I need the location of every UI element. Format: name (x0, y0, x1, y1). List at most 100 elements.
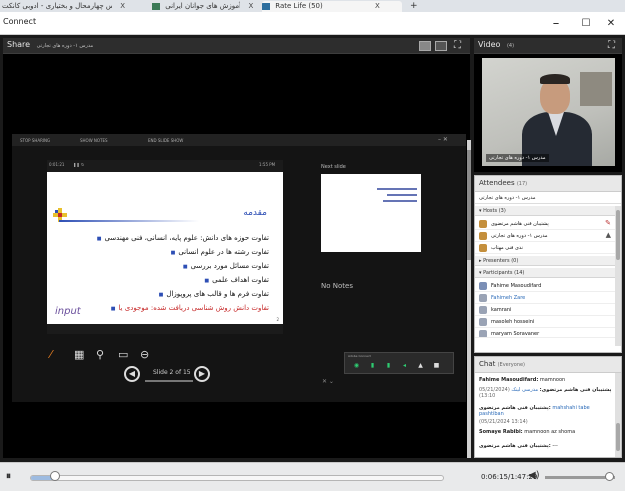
tab-close-icon[interactable]: X (375, 2, 380, 10)
attendee-row[interactable]: پشتیبان فنی هاشم مرتضوی ✎ (475, 218, 615, 230)
scrollbar-thumb[interactable] (616, 423, 620, 451)
attendees-scrollbar[interactable] (615, 206, 621, 346)
chat-sender: Somaye Rabibi: (479, 429, 523, 435)
participant-icon (479, 294, 487, 302)
more-options-icon[interactable]: ⊖ (140, 348, 149, 361)
participants-group[interactable]: Participants (14) (475, 268, 615, 278)
participant-icon (479, 330, 487, 337)
chat-text: mamnoon az shoma (524, 429, 576, 435)
chat-scrollbar[interactable] (615, 373, 621, 457)
share-title: Share (7, 40, 31, 49)
window-controls-icon[interactable]: – ✕ (438, 136, 448, 143)
video-pod: Video (4) ⛶ مدرس ۱- دوره های تجارتی (474, 38, 622, 172)
stop-sharing-button[interactable]: STOP SHARING (20, 138, 50, 143)
attendee-row[interactable]: مدرس ۱- دوره های تجارتی ▲ (475, 230, 615, 242)
mic-icon[interactable]: ▮ (369, 362, 376, 369)
host-icon (479, 232, 487, 240)
window-title-bar: Connect – ☐ ✕ (0, 12, 625, 35)
group-label: Participants (14) (483, 270, 525, 276)
attendee-row[interactable]: Fahime Masoudifard (475, 280, 615, 292)
browser-tab-3[interactable]: Rate Life (50) X (262, 1, 402, 12)
tab-close-icon[interactable]: X (120, 2, 125, 10)
slide-bullet: تفاوت فرم ها و قالب های پروپوزال (159, 290, 269, 298)
slide-page-number: 2 (276, 317, 279, 322)
screen-icon[interactable]: ▭ (118, 348, 128, 361)
slide-bullet: تفاوت دانش روش شناسی دریافت شده: موجودی … (111, 304, 269, 312)
chat-sender: پشتیبان فنی هاشم مرتضوی: (479, 443, 551, 449)
tab-label: آموزش های جوانان ایرانی (165, 2, 241, 10)
mic-icon: ▲ (605, 231, 611, 239)
share-pod-scrollbar[interactable] (467, 140, 471, 458)
prev-slide-button[interactable]: ◀ (124, 366, 140, 382)
chat-timestamp: (05/21/2024 13:10) (479, 387, 510, 399)
volume-slider-knob[interactable] (605, 472, 614, 481)
video-pod-title: Video (4) (478, 40, 514, 49)
attendees-pod: Attendees (17) مدرس ۱- دوره های تجارتی H… (474, 175, 622, 353)
current-slide-area: 0:01:21 ❚❚ ↻ 1:55 PM مقدمه تفاوت حوزه ها… (47, 160, 283, 334)
tab-favicon-icon (152, 2, 160, 10)
attendee-row[interactable]: ندی فنی مهتاب (475, 242, 615, 254)
presenter-hair (540, 74, 570, 84)
layout-grid-icon[interactable] (419, 41, 431, 51)
next-slide-button[interactable]: ▶ (194, 366, 210, 382)
scrollbar-thumb[interactable] (467, 150, 471, 260)
chat-scope: (Everyone) (497, 362, 526, 368)
volume-icon[interactable]: ◀) (528, 470, 540, 481)
presenters-group[interactable]: Presenters (0) (475, 256, 615, 266)
tab-close-icon[interactable]: X (248, 2, 253, 10)
slides-grid-icon[interactable]: ▦ (74, 348, 84, 361)
slide-bullet: تفاوت رشته ها در علوم انسانی (171, 248, 269, 256)
slide-ink-annotation: input (55, 306, 81, 317)
attendee-row[interactable]: Fahimeh Zare (475, 292, 615, 304)
attendee-name: Fahimeh Zare (491, 295, 526, 301)
attendee-row[interactable]: kamrani (475, 304, 615, 316)
camera-icon[interactable]: ▲ (417, 362, 424, 369)
browser-tab-2[interactable]: آموزش های جوانان ایرانی X (152, 1, 262, 12)
close-button[interactable]: ✕ (596, 15, 625, 32)
zoom-icon[interactable]: ⚲ (96, 348, 104, 361)
show-notes-button[interactable]: SHOW NOTES (80, 138, 108, 143)
chat-timestamp: (05/21/2024 13:14) (479, 419, 528, 425)
group-label: Hosts (3) (483, 208, 506, 214)
next-slide-thumbnail[interactable] (321, 174, 421, 252)
tab-label: مدرس چهارمحال و بختیاری - ادوبی کانکت (2, 2, 112, 10)
chat-header: Chat (Everyone) (475, 357, 621, 373)
scrollbar-thumb[interactable] (616, 210, 620, 260)
pause-button[interactable]: ⏸ (6, 471, 11, 482)
attendee-status-row[interactable]: مدرس ۱- دوره های تجارتی (475, 192, 621, 204)
chat-icon[interactable]: ■ (433, 362, 440, 369)
attendee-row[interactable]: masoleh hosseini (475, 316, 615, 328)
pen-tool-icon[interactable]: ⁄ (50, 348, 52, 361)
app-title: Connect (3, 17, 37, 26)
mic-icon: ✎ (605, 219, 611, 227)
chat-sender: Fahime Masoudifard: (479, 377, 539, 383)
slide-bullet: تفاوت حوزه های دانش: علوم پایه، انسانی، … (97, 234, 269, 242)
slide-counter: Slide 2 of 15 (153, 369, 191, 376)
new-tab-button[interactable]: + (410, 1, 424, 12)
layout-full-icon[interactable] (435, 41, 447, 51)
chat-message: پشتیبان فنی هاشم مرتضوی: مدرسی لینک (05/… (479, 387, 613, 399)
end-slideshow-button[interactable]: END SLIDE SHOW (148, 138, 183, 143)
mini-panel-title: Adobe Connect (348, 354, 371, 358)
pause-icon[interactable]: ❚❚ ↻ (73, 162, 84, 167)
browser-tab-1[interactable]: مدرس چهارمحال و بختیاری - ادوبی کانکت X (2, 1, 152, 12)
speaker-icon[interactable]: ▮ (385, 362, 392, 369)
chat-title: Chat (479, 360, 496, 368)
fullscreen-icon[interactable]: ⛶ (608, 40, 615, 51)
playback-scrubber[interactable] (50, 471, 60, 481)
attendee-name: مدرس ۱- دوره های تجارتی (491, 233, 548, 239)
fullscreen-icon[interactable]: ⛶ (454, 40, 461, 51)
host-icon (479, 220, 487, 228)
chat-message: Fahime Masoudifard: mamnoon (479, 377, 613, 383)
participant-icon (479, 306, 487, 314)
attendee-row[interactable]: maryam Soravaner (475, 328, 615, 338)
playback-track[interactable] (30, 475, 444, 481)
attendee-name: maryam Soravaner (491, 331, 540, 337)
hosts-group[interactable]: Hosts (3) (475, 206, 615, 216)
video-caption: مدرس ۱- دوره های تجارتی (486, 154, 549, 162)
minimize-button[interactable]: – (541, 15, 571, 32)
volume-icon[interactable]: ◂ (401, 362, 408, 369)
attendees-count: (17) (516, 181, 528, 187)
collapse-icon[interactable]: ✕ ⌄ (322, 378, 334, 385)
share-icon[interactable]: ◉ (353, 362, 360, 369)
